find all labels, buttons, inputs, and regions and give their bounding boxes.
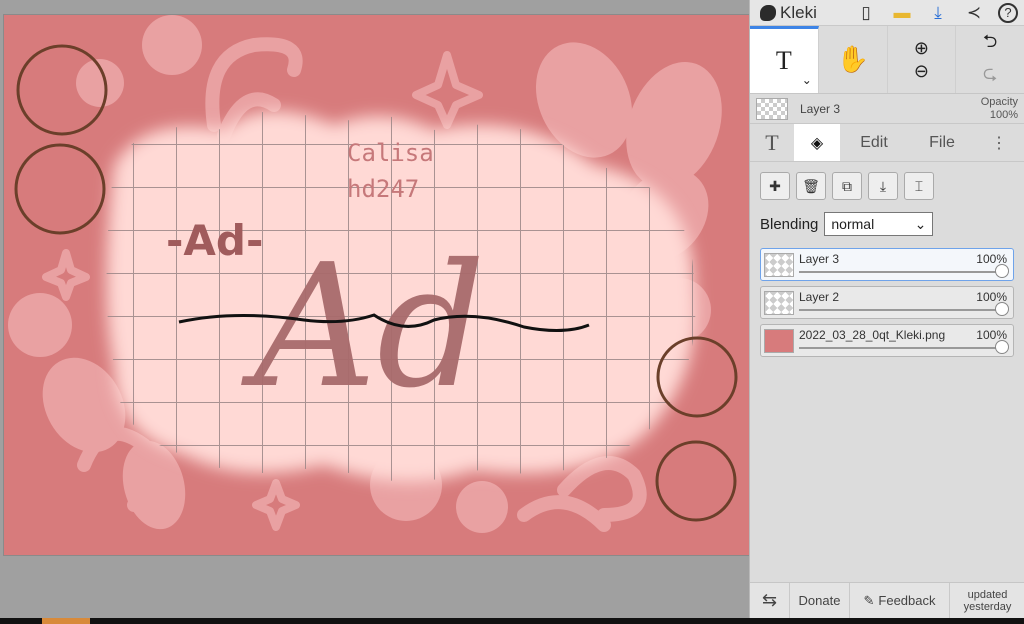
canvas-name-text: Calisa: [347, 139, 434, 167]
swap-side-button[interactable]: ⇆: [750, 583, 790, 618]
blending-label: Blending: [760, 215, 819, 233]
blending-row: Blending normal ⌄: [750, 206, 1024, 242]
text-tool-button[interactable]: T ⌄: [750, 26, 819, 93]
opacity-slider-track[interactable]: [799, 347, 1003, 349]
trash-icon: 🗑: [802, 177, 820, 194]
current-layer-thumbnail: [756, 97, 788, 120]
current-layer-name: Layer 3: [800, 101, 841, 116]
zoom-buttons: ⊕ ⊖: [888, 26, 957, 93]
tab-edit[interactable]: Edit: [840, 124, 908, 161]
open-folder-icon[interactable]: ▬: [890, 1, 914, 25]
layer-thumbnail: [764, 329, 794, 353]
plus-icon: ✚: [769, 177, 781, 194]
taskbar-accent: [42, 618, 90, 624]
more-menu-icon[interactable]: ⋮: [976, 124, 1022, 161]
delete-layer-button[interactable]: 🗑: [796, 172, 826, 200]
current-layer-info: Layer 3 Opacity 100%: [750, 94, 1024, 124]
zoom-out-icon[interactable]: ⊖: [914, 61, 929, 82]
feedback-button[interactable]: ✎ Feedback: [850, 583, 950, 618]
layer-thumbnail: [764, 291, 794, 315]
drawing-canvas[interactable]: Calisa hd247 -Ad- Ad: [4, 15, 749, 555]
opacity-slider-track[interactable]: [799, 309, 1003, 311]
help-icon[interactable]: ?: [998, 2, 1018, 23]
hand-tool-button[interactable]: ✋: [819, 26, 888, 93]
panel-footer: ⇆ Donate ✎ Feedback updated yesterday: [750, 582, 1024, 618]
layer-list: Layer 3 100% Layer 2 100% 2022_03_28_0qt…: [750, 242, 1024, 363]
swap-icon: ⇆: [761, 590, 778, 610]
updated-notice[interactable]: updated yesterday: [950, 583, 1024, 618]
canvas-ad-big-text: Ad: [241, 228, 486, 426]
blending-select[interactable]: normal ⌄: [824, 212, 934, 236]
layer-actions: ✚ 🗑 ⧉ ⤓ ⌶: [750, 162, 1024, 206]
undo-icon[interactable]: ⮌: [983, 29, 997, 59]
canvas-tag-text: hd247: [347, 175, 419, 203]
hand-icon: ✋: [836, 44, 869, 74]
undo-redo-buttons: ⮌ ⮎: [956, 26, 1024, 93]
layer-item[interactable]: Layer 3 100%: [760, 248, 1014, 281]
opacity-slider-handle[interactable]: [995, 340, 1009, 354]
layers-icon: ◈: [810, 134, 824, 152]
chevron-down-icon: ⌄: [914, 215, 927, 232]
new-icon[interactable]: ▯: [854, 1, 878, 25]
rename-layer-button[interactable]: ⌶: [904, 172, 934, 200]
opacity-slider-handle[interactable]: [995, 264, 1009, 278]
kleki-logo: Kleki: [750, 3, 817, 23]
merge-icon: ⤓: [879, 177, 887, 194]
merge-down-button[interactable]: ⤓: [868, 172, 898, 200]
share-icon[interactable]: ≺: [962, 1, 986, 25]
opacity-slider-handle[interactable]: [995, 302, 1009, 316]
feedback-icon: ✎: [863, 592, 875, 608]
side-panel: Kleki ▯ ▬ ⤓ ≺ ? T ⌄ ✋ ⊕ ⊖ ⮌ ⮎ Layer 3 Op…: [749, 0, 1024, 618]
panel-tabs: T ◈ Edit File ⋮: [750, 124, 1024, 162]
canvas-workspace[interactable]: Calisa hd247 -Ad- Ad: [0, 0, 749, 618]
app-name: Kleki: [780, 2, 817, 22]
opacity-slider-track[interactable]: [799, 271, 1003, 273]
layer-thumbnail: [764, 253, 794, 277]
canvas-ad-small-text: -Ad-: [166, 216, 263, 265]
chevron-down-icon[interactable]: ⌄: [802, 73, 812, 87]
top-bar: Kleki ▯ ▬ ⤓ ≺ ?: [750, 0, 1024, 26]
current-layer-opacity: Opacity 100%: [980, 95, 1018, 121]
duplicate-layer-button[interactable]: ⧉: [832, 172, 862, 200]
kleki-app: Calisa hd247 -Ad- Ad Kleki ▯ ▬ ⤓ ≺ ? T ⌄…: [0, 0, 1024, 624]
rename-icon: ⌶: [914, 177, 924, 194]
duplicate-icon: ⧉: [842, 177, 852, 194]
canvas-artwork[interactable]: Calisa hd247 -Ad- Ad: [4, 15, 749, 555]
text-tool-icon: T: [775, 46, 792, 75]
kleki-logo-icon: [760, 4, 776, 21]
tab-file[interactable]: File: [908, 124, 976, 161]
tab-layers[interactable]: ◈: [794, 124, 840, 161]
zoom-in-icon[interactable]: ⊕: [914, 38, 929, 59]
download-icon[interactable]: ⤓: [926, 1, 950, 25]
add-layer-button[interactable]: ✚: [760, 172, 790, 200]
layer-item[interactable]: 2022_03_28_0qt_Kleki.png 100%: [760, 324, 1014, 357]
tool-row: T ⌄ ✋ ⊕ ⊖ ⮌ ⮎: [750, 26, 1024, 94]
layer-item[interactable]: Layer 2 100%: [760, 286, 1014, 319]
taskbar-strip: [0, 618, 1024, 624]
redo-icon[interactable]: ⮎: [983, 61, 997, 91]
tab-text[interactable]: T: [750, 124, 794, 161]
donate-button[interactable]: Donate: [790, 583, 850, 618]
